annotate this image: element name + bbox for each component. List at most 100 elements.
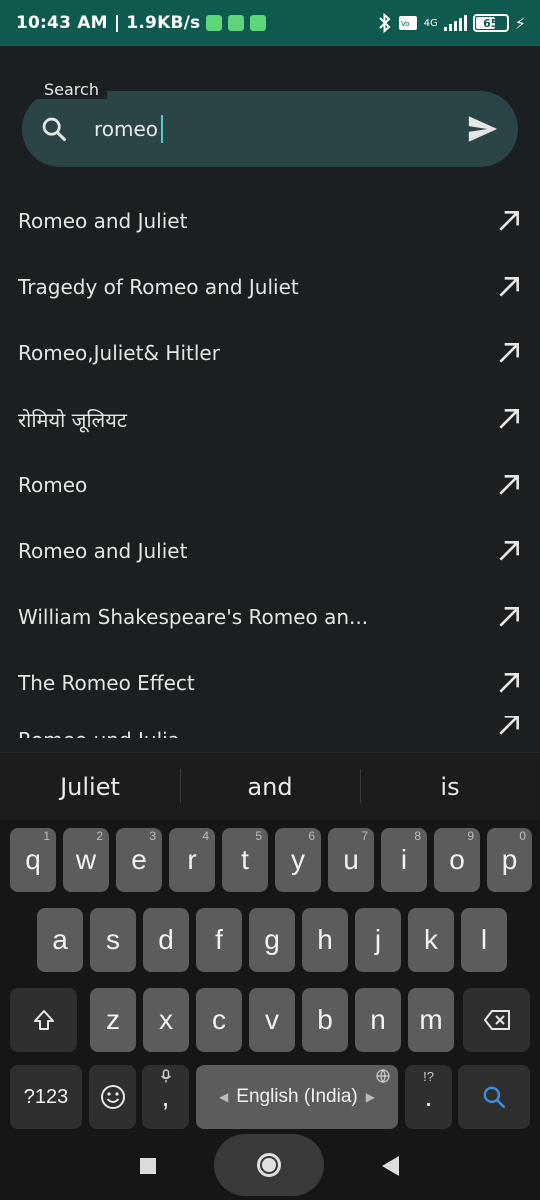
arrow-up-left-icon[interactable] (496, 716, 522, 738)
key-o[interactable]: 9o (434, 828, 480, 892)
emoji-icon (100, 1085, 125, 1109)
key-p[interactable]: 0p (487, 828, 532, 892)
space-language-label: English (India) (236, 1086, 358, 1107)
home-icon (257, 1153, 281, 1177)
back-icon[interactable] (382, 1156, 399, 1176)
key-i[interactable]: 8i (381, 828, 427, 892)
backspace-icon (483, 1010, 510, 1030)
suggestion-item[interactable]: Romeo (0, 452, 540, 518)
suggestion-item[interactable]: William Shakespeare's Romeo an... (0, 584, 540, 650)
bluetooth-icon (378, 13, 391, 33)
key-u[interactable]: 7u (328, 828, 374, 892)
key-k[interactable]: k (408, 908, 454, 972)
key-b[interactable]: b (302, 988, 348, 1052)
suggestion-text: William Shakespeare's Romeo an... (18, 605, 369, 629)
arrow-up-left-icon[interactable] (496, 472, 522, 498)
search-input[interactable]: romeo (94, 115, 466, 143)
home-button[interactable] (214, 1134, 324, 1196)
key-w[interactable]: 2w (63, 828, 109, 892)
key-d[interactable]: d (143, 908, 189, 972)
arrow-up-left-icon[interactable] (496, 208, 522, 234)
word-suggestion[interactable]: is (360, 768, 540, 803)
word-suggestion[interactable]: and (180, 768, 360, 803)
key-x[interactable]: x (143, 988, 189, 1052)
arrow-up-left-icon[interactable] (496, 538, 522, 564)
suggestion-text: Romeo und Julia (18, 728, 496, 738)
search-query: romeo (94, 117, 159, 141)
key-j[interactable]: j (355, 908, 401, 972)
svg-text:Vo: Vo (401, 20, 410, 28)
status-bar: 10:43 AM | 1.9KB/s Vo 4G 65 ⚡ (0, 0, 540, 46)
key-q[interactable]: 1q (10, 828, 56, 892)
suggestion-text: Tragedy of Romeo and Juliet (18, 275, 299, 299)
arrow-up-left-icon[interactable] (496, 274, 522, 300)
key-h[interactable]: h (302, 908, 348, 972)
shift-key[interactable] (10, 988, 77, 1052)
recents-icon[interactable] (140, 1158, 156, 1174)
suggestion-item[interactable]: Romeo and Juliet (0, 188, 540, 254)
key-c[interactable]: c (196, 988, 242, 1052)
arrow-up-left-icon[interactable] (496, 604, 522, 630)
key-v[interactable]: v (249, 988, 295, 1052)
suggestion-item[interactable]: Tragedy of Romeo and Juliet (0, 254, 540, 320)
status-time-speed: 10:43 AM | 1.9KB/s (16, 13, 201, 33)
suggestion-text: रोमियो जूलियट (18, 407, 127, 432)
key-n[interactable]: n (355, 988, 401, 1052)
battery-level: 65 (483, 16, 499, 30)
word-suggestion[interactable]: Juliet (0, 773, 180, 801)
backspace-key[interactable] (463, 988, 530, 1052)
navigation-bar (0, 1130, 540, 1200)
arrow-up-left-icon[interactable] (496, 670, 522, 696)
key-r[interactable]: 4r (169, 828, 215, 892)
notification-icon (250, 15, 267, 31)
microphone-icon (160, 1069, 171, 1083)
signal-icon (443, 15, 467, 31)
key-t[interactable]: 5t (222, 828, 268, 892)
key-l[interactable]: l (461, 908, 507, 972)
key-z[interactable]: z (90, 988, 136, 1052)
suggestion-text: Romeo,Juliet& Hitler (18, 341, 220, 365)
suggestion-item[interactable]: Romeo,Juliet& Hitler (0, 320, 540, 386)
send-icon[interactable] (466, 112, 500, 146)
key-a[interactable]: a (37, 908, 83, 972)
notification-icon (206, 15, 223, 31)
battery-icon: 65 (472, 14, 509, 32)
arrow-up-left-icon[interactable] (496, 340, 522, 366)
search-action-key[interactable] (458, 1065, 530, 1129)
suggestion-list: Romeo and Juliet Tragedy of Romeo and Ju… (0, 188, 540, 738)
charging-icon: ⚡ (514, 13, 526, 33)
key-f[interactable]: f (196, 908, 242, 972)
suggestion-item[interactable]: रोमियो जूलियट (0, 386, 540, 452)
arrow-up-left-icon[interactable] (496, 406, 522, 432)
space-key[interactable]: ◀ English (India) ▶ (196, 1065, 398, 1129)
search-field[interactable]: romeo (22, 91, 518, 167)
shift-icon (33, 1010, 54, 1030)
key-g[interactable]: g (249, 908, 295, 972)
period-key[interactable]: !? . (405, 1065, 452, 1129)
fitness-icon (228, 15, 245, 31)
search-label: Search (36, 80, 107, 99)
suggestion-text: The Romeo Effect (18, 671, 195, 695)
globe-icon (376, 1069, 390, 1083)
emoji-key[interactable] (89, 1065, 136, 1129)
comma-key[interactable]: , (142, 1065, 189, 1129)
network-type: 4G (423, 17, 438, 29)
key-m[interactable]: m (408, 988, 454, 1052)
period-hint: !? (423, 1069, 434, 1084)
suggestion-item[interactable]: Romeo and Juliet (0, 518, 540, 584)
text-caret (161, 115, 164, 143)
suggestion-item[interactable]: The Romeo Effect (0, 650, 540, 716)
word-suggestion-bar: Juliet and is (0, 752, 540, 820)
search-icon (42, 117, 67, 142)
volte-icon: Vo (398, 16, 417, 30)
key-y[interactable]: 6y (275, 828, 321, 892)
search-icon (483, 1086, 506, 1109)
language-prev-icon: ◀ (219, 1090, 229, 1104)
key-e[interactable]: 3e (116, 828, 162, 892)
suggestion-item[interactable]: Romeo und Julia (0, 716, 540, 738)
suggestion-text: Romeo and Juliet (18, 209, 188, 233)
key-s[interactable]: s (90, 908, 136, 972)
language-next-icon: ▶ (365, 1090, 375, 1104)
suggestion-text: Romeo and Juliet (18, 539, 188, 563)
symbols-key[interactable]: ?123 (10, 1065, 82, 1129)
